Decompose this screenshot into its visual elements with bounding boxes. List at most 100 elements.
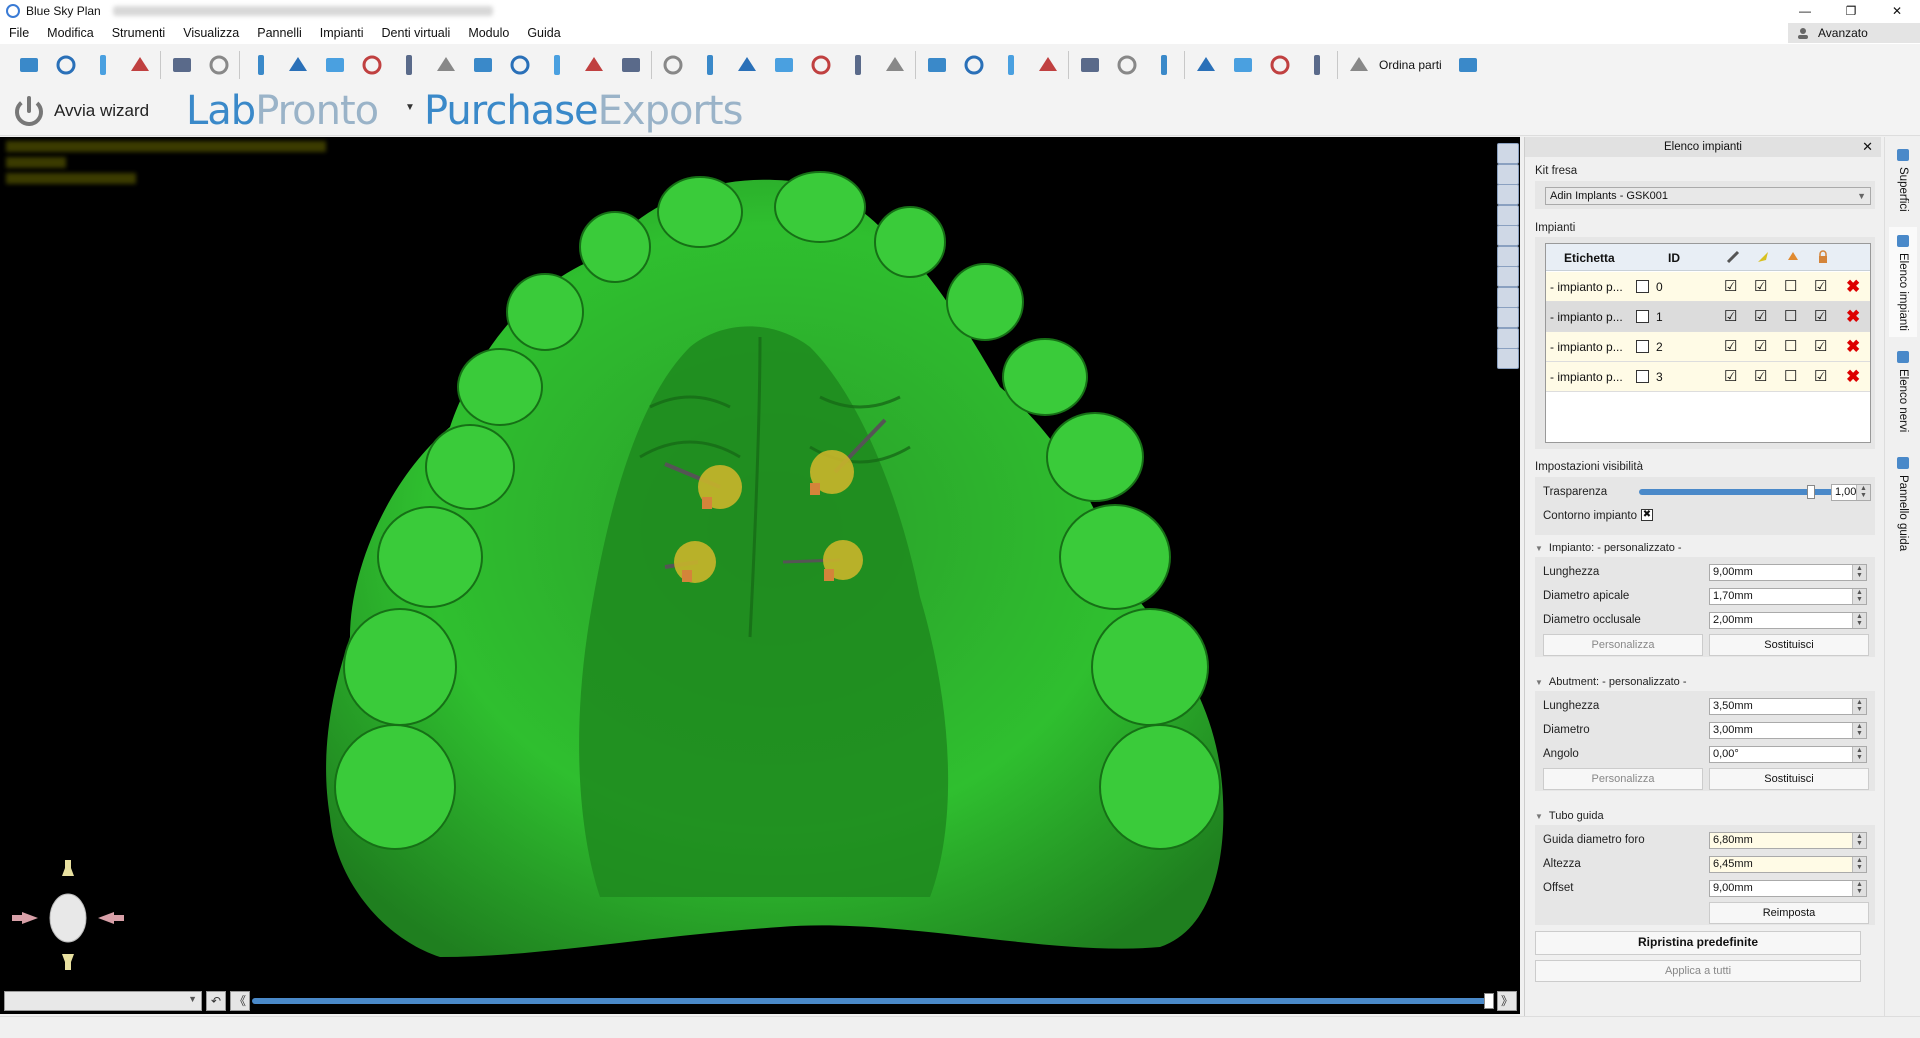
kit-fresa-select[interactable]: Adin Implants - GSK001 ▼ <box>1545 187 1871 205</box>
new-project-button[interactable] <box>10 48 47 82</box>
lock-checkbox[interactable]: ☑ <box>1814 307 1827 325</box>
screenshot-icon[interactable] <box>1497 327 1519 349</box>
align-button[interactable] <box>1224 48 1261 82</box>
rotation-button[interactable] <box>1187 48 1224 82</box>
pan-button[interactable] <box>1029 48 1066 82</box>
delete-implant-icon[interactable]: ✖ <box>1846 337 1860 357</box>
spinner-icon[interactable]: ▲ ▼ <box>1852 723 1866 738</box>
slice-button[interactable] <box>279 48 316 82</box>
protractor-button[interactable] <box>1145 48 1182 82</box>
tubo-section-header[interactable]: ▼ Tubo guida <box>1535 810 1604 822</box>
undo-button[interactable] <box>163 48 200 82</box>
table-row[interactable]: - impianto p... 3 ☑ ☑ ☐ ☑ ✖ <box>1546 362 1870 392</box>
timeline-reset-button[interactable]: ↶ <box>206 991 226 1011</box>
sculpt-button[interactable] <box>1108 48 1145 82</box>
abutment-personalizza-button[interactable]: Personalizza <box>1543 768 1703 790</box>
maximize-button[interactable]: ❐ <box>1828 0 1874 22</box>
spinner-icon[interactable]: ▲ ▼ <box>1852 699 1866 714</box>
sleeve-button[interactable] <box>802 48 839 82</box>
settings-button[interactable] <box>612 48 649 82</box>
spinner-icon[interactable]: ▲ ▼ <box>1856 485 1870 500</box>
visible-checkbox[interactable]: ☑ <box>1754 307 1767 325</box>
spinner-icon[interactable]: ▲ ▼ <box>1852 747 1866 762</box>
3d-viewport[interactable] <box>0 137 1520 1014</box>
abutment-sostituisci-button[interactable]: Sostituisci <box>1709 768 1869 790</box>
visibility-button[interactable] <box>839 48 876 82</box>
menu-visualizza[interactable]: Visualizza <box>174 26 248 40</box>
applica-a-tutti-button[interactable]: Applica a tutti <box>1535 960 1861 982</box>
lock-checkbox[interactable]: ☑ <box>1814 367 1827 385</box>
redo-button[interactable] <box>200 48 237 82</box>
ruler-drill-button[interactable] <box>691 48 728 82</box>
visible-checkbox[interactable]: ☑ <box>1754 337 1767 355</box>
tab-pannello-guida[interactable]: Pannello guida <box>1889 449 1917 559</box>
col-etichetta[interactable]: Etichetta <box>1564 251 1615 265</box>
timeline-slider[interactable] <box>252 998 1492 1004</box>
ripristina-predefinite-button[interactable]: Ripristina predefinite <box>1535 931 1861 955</box>
implant-id-checkbox[interactable] <box>1636 310 1649 323</box>
nerve-button[interactable] <box>538 48 575 82</box>
impianto-personalizza-button[interactable]: Personalizza <box>1543 634 1703 656</box>
curve-button[interactable] <box>353 48 390 82</box>
ruler-tool-icon[interactable] <box>1497 307 1519 328</box>
abutment-section-header[interactable]: ▼ Abutment: - personalizzato - <box>1535 676 1687 688</box>
tab-elenco-nervi[interactable]: Elenco nervi <box>1889 343 1917 443</box>
visible-checkbox[interactable]: ☑ <box>1754 277 1767 295</box>
spinner-icon[interactable]: ▲ ▼ <box>1852 881 1866 896</box>
avanzato-button[interactable]: Avanzato <box>1788 23 1920 43</box>
implant-id-checkbox[interactable] <box>1636 280 1649 293</box>
lock-checkbox[interactable]: ☑ <box>1814 277 1827 295</box>
implant-button[interactable] <box>501 48 538 82</box>
abutment-lunghezza-input[interactable]: 3,50mm ▲ ▼ <box>1709 698 1867 715</box>
surface-button[interactable] <box>1071 48 1108 82</box>
move-tool-icon[interactable] <box>1497 245 1519 267</box>
collision-checkbox[interactable]: ☐ <box>1784 277 1797 295</box>
menu-guida[interactable]: Guida <box>518 26 569 40</box>
collision-checkbox[interactable]: ☐ <box>1784 337 1797 355</box>
timeline-prev-button[interactable]: 《 <box>230 991 250 1011</box>
labpronto-logo[interactable]: LabPronto <box>186 88 379 134</box>
cut-tool-icon[interactable] <box>1497 163 1519 185</box>
dental-arch-model[interactable] <box>0 137 1520 1014</box>
trasparenza-input[interactable]: 1,00 ▲ ▼ <box>1831 484 1871 501</box>
expand-button[interactable] <box>1450 48 1487 82</box>
measure-button[interactable] <box>427 48 464 82</box>
face-icon[interactable] <box>1497 225 1519 246</box>
abutment-button[interactable] <box>575 48 612 82</box>
delete-implant-icon[interactable]: ✖ <box>1846 277 1860 297</box>
ruler-vertical-button[interactable] <box>654 48 691 82</box>
menu-file[interactable]: File <box>0 26 38 40</box>
view-bottom-icon[interactable] <box>1497 204 1519 226</box>
timeline-slider-thumb[interactable] <box>1484 993 1494 1009</box>
drill-checkbox[interactable]: ☑ <box>1724 367 1737 385</box>
cloud-button[interactable] <box>1298 48 1335 82</box>
spinner-icon[interactable]: ▲ ▼ <box>1852 857 1866 872</box>
impianto-lunghezza-input[interactable]: 9,00mm ▲ ▼ <box>1709 564 1867 581</box>
spinner-icon[interactable]: ▲ ▼ <box>1852 833 1866 848</box>
spinner-icon[interactable]: ▲ ▼ <box>1852 589 1866 604</box>
close-project-button[interactable] <box>121 48 158 82</box>
delete-implant-icon[interactable]: ✖ <box>1846 307 1860 327</box>
ordina-parti-label[interactable]: Ordina parti <box>1379 58 1442 72</box>
guide-button[interactable] <box>728 48 765 82</box>
visible-checkbox[interactable]: ☑ <box>1754 367 1767 385</box>
panoramic-button[interactable] <box>242 48 279 82</box>
panel-close-icon[interactable]: ✕ <box>1862 137 1873 157</box>
zoom-button[interactable] <box>992 48 1029 82</box>
tooth-button[interactable] <box>765 48 802 82</box>
impianto-section-header[interactable]: ▼ Impianto: - personalizzato - <box>1535 542 1682 554</box>
menu-modulo[interactable]: Modulo <box>459 26 518 40</box>
brand-dropdown-icon[interactable]: ▼ <box>405 102 415 113</box>
collision-checkbox[interactable]: ☐ <box>1784 367 1797 385</box>
text-tool-icon[interactable] <box>1497 266 1519 287</box>
diametro-occlusale-input[interactable]: 2,00mm ▲ ▼ <box>1709 612 1867 629</box>
menu-modifica[interactable]: Modifica <box>38 26 103 40</box>
export-button[interactable] <box>876 48 913 82</box>
trasparenza-slider-thumb[interactable] <box>1807 485 1815 499</box>
offset-input[interactable]: 9,00mm ▲ ▼ <box>1709 880 1867 897</box>
minimize-button[interactable]: — <box>1782 0 1828 22</box>
table-row[interactable]: - impianto p... 2 ☑ ☑ ☐ ☑ ✖ <box>1546 332 1870 362</box>
menu-strumenti[interactable]: Strumenti <box>103 26 175 40</box>
menu-impianti[interactable]: Impianti <box>311 26 373 40</box>
abutment-angolo-input[interactable]: 0,00° ▲ ▼ <box>1709 746 1867 763</box>
